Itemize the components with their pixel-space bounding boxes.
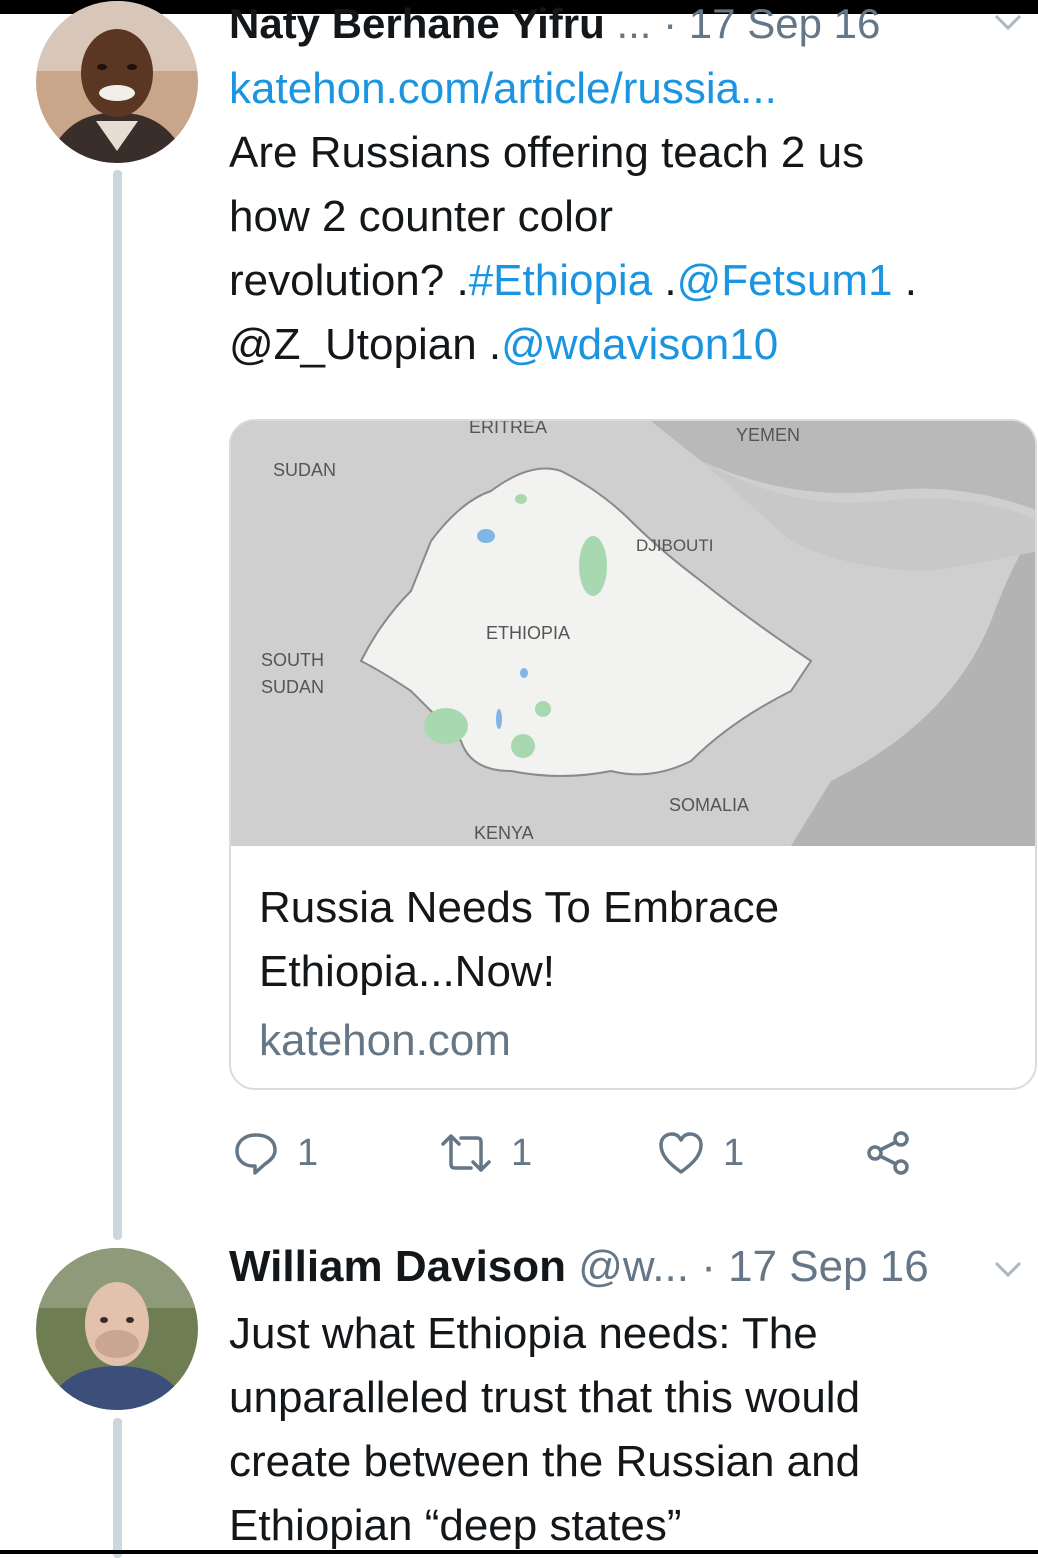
map-graphic: ERITREA YEMEN SUDAN DJIBOUTI ETHIOPIA SO… bbox=[231, 421, 1035, 846]
map-label-yemen: YEMEN bbox=[736, 425, 800, 445]
author-handle[interactable]: @w... bbox=[578, 1242, 689, 1291]
tweet-text-line: unparalleled trust that this would bbox=[229, 1373, 861, 1422]
tweet-body-2: Just what Ethiopia needs: The unparallel… bbox=[229, 1302, 1038, 1558]
heart-icon bbox=[659, 1132, 703, 1174]
bottom-edge bbox=[0, 1550, 1038, 1554]
retweet-button[interactable]: 1 bbox=[439, 1123, 532, 1183]
reply-button[interactable]: 1 bbox=[233, 1123, 318, 1183]
tweet-actions: 1 1 1 bbox=[229, 1123, 989, 1183]
tweet-body-1: katehon.com/article/russia... Are Russia… bbox=[229, 57, 1038, 377]
share-icon bbox=[867, 1131, 909, 1175]
mention-link[interactable]: @wdavison10 bbox=[501, 320, 778, 369]
author-handle[interactable]: ... bbox=[616, 0, 651, 47]
map-label-somalia: SOMALIA bbox=[669, 795, 749, 815]
like-count: 1 bbox=[723, 1131, 745, 1174]
author-name[interactable]: Naty Berhane Yifru bbox=[229, 0, 605, 47]
map-label-kenya: KENYA bbox=[474, 823, 534, 843]
tweet-header-2: William Davison @w... · 17 Sep 16 bbox=[229, 1241, 1038, 1293]
tweet-date[interactable]: · 17 Sep 16 bbox=[663, 0, 880, 47]
tweet-text-line: Are Russians offering teach 2 us bbox=[229, 128, 865, 177]
author-name[interactable]: William Davison bbox=[229, 1242, 566, 1291]
tweet-text-line: revolution? .#Ethiopia .@Fetsum1 . bbox=[229, 249, 1038, 313]
tweet-date[interactable]: · 17 Sep 16 bbox=[701, 1242, 929, 1291]
chevron-down-icon[interactable] bbox=[992, 1257, 1024, 1281]
tweet-text-line: Just what Ethiopia needs: The bbox=[229, 1309, 818, 1358]
text-fragment: @Z_Utopian . bbox=[229, 320, 502, 369]
thread-connector-line-2 bbox=[113, 1418, 122, 1558]
reply-count: 1 bbox=[297, 1131, 319, 1174]
map-label-sudan: SUDAN bbox=[273, 460, 336, 480]
map-label-ethiopia: ETHIOPIA bbox=[486, 623, 570, 643]
retweet-count: 1 bbox=[511, 1131, 533, 1174]
card-title: Russia Needs To Embrace Ethiopia...Now! bbox=[259, 876, 1019, 1004]
chevron-down-icon[interactable] bbox=[992, 10, 1024, 34]
retweet-icon bbox=[441, 1134, 491, 1172]
card-domain: katehon.com bbox=[259, 1016, 511, 1065]
tweet-text-line: how 2 counter color bbox=[229, 192, 613, 241]
card-map-image: ERITREA YEMEN SUDAN DJIBOUTI ETHIOPIA SO… bbox=[231, 421, 1035, 846]
map-label-djibouti: DJIBOUTI bbox=[636, 536, 713, 555]
map-label-south-sudan-line2: SUDAN bbox=[261, 677, 324, 697]
avatar-naty-image bbox=[36, 1, 198, 163]
avatar-naty[interactable] bbox=[36, 1, 198, 163]
thread-connector-line bbox=[113, 170, 122, 1240]
tweet-link[interactable]: katehon.com/article/russia... bbox=[229, 57, 1038, 121]
text-fragment: revolution? . bbox=[229, 256, 469, 305]
text-fragment: . bbox=[652, 256, 677, 305]
text-fragment: . bbox=[892, 256, 917, 305]
tweet-text-line: Ethiopian “deep states” bbox=[229, 1501, 682, 1550]
map-label-eritrea: ERITREA bbox=[469, 421, 547, 437]
link-preview-card[interactable]: ERITREA YEMEN SUDAN DJIBOUTI ETHIOPIA SO… bbox=[229, 419, 1037, 1090]
tweet-header-1: Naty Berhane Yifru ... · 17 Sep 16 bbox=[229, 0, 1038, 56]
card-title-line: Russia Needs To Embrace bbox=[259, 883, 780, 932]
tweet-text-line: create between the Russian and bbox=[229, 1437, 861, 1486]
tweet-text-line: @Z_Utopian .@wdavison10 bbox=[229, 313, 1038, 377]
card-title-line: Ethiopia...Now! bbox=[259, 947, 555, 996]
share-button[interactable] bbox=[865, 1123, 931, 1183]
avatar-william[interactable] bbox=[36, 1248, 198, 1410]
like-button[interactable]: 1 bbox=[657, 1123, 744, 1183]
map-label-south-sudan-line1: SOUTH bbox=[261, 650, 324, 670]
mention-link[interactable]: @Fetsum1 bbox=[677, 256, 893, 305]
reply-icon bbox=[235, 1133, 277, 1175]
hashtag-link[interactable]: #Ethiopia bbox=[469, 256, 652, 305]
avatar-william-image bbox=[36, 1248, 198, 1410]
